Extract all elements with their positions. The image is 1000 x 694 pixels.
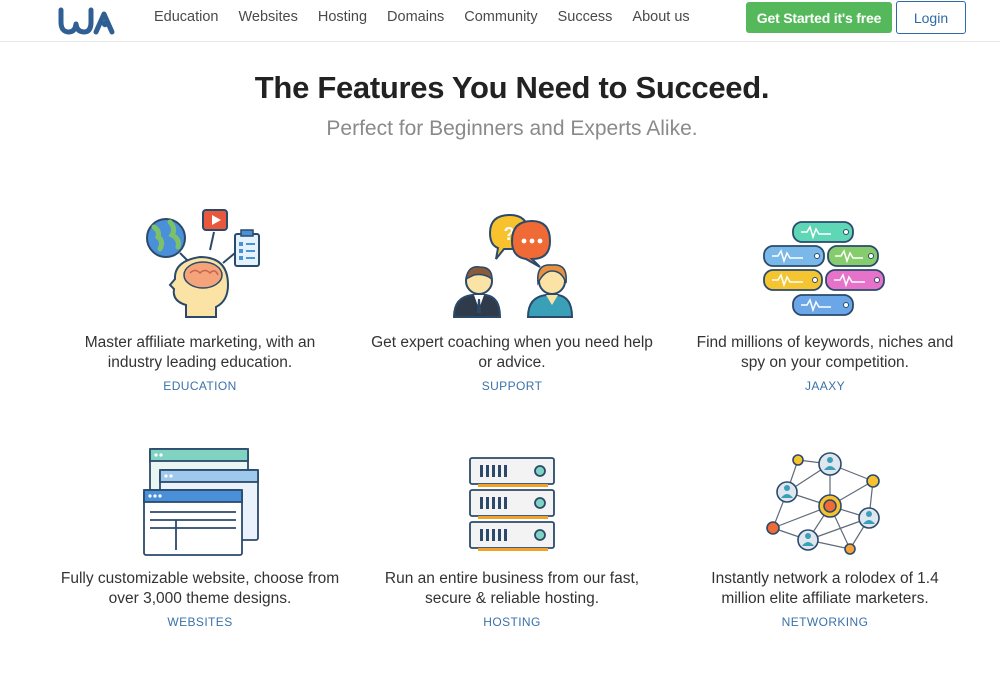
brain-education-icon <box>146 209 260 318</box>
server-stack-icon <box>469 457 555 551</box>
coaching-chat-icon: ? <box>452 213 574 318</box>
nav-hosting[interactable]: Hosting <box>318 9 367 25</box>
main-nav: Education Websites Hosting Domains Commu… <box>154 0 710 34</box>
page-title: The Features You Need to Succeed. <box>254 70 770 105</box>
feature-websites-text: Fully customizable website, choose from … <box>40 569 360 609</box>
feature-support-text: Get expert coaching when you need help o… <box>352 333 672 373</box>
feature-hosting-line2: secure & reliable hosting. <box>424 590 600 607</box>
feature-education-text: Master affiliate marketing, with an indu… <box>40 333 360 373</box>
feature-jaaxy-line2: spy on your competition. <box>740 354 909 371</box>
keyword-tags-icon <box>763 221 885 316</box>
feature-education-line2: industry leading education. <box>107 354 293 371</box>
support-link[interactable]: SUPPORT <box>352 379 672 393</box>
jaaxy-link[interactable]: JAAXY <box>665 379 985 393</box>
get-started-button[interactable]: Get Started it's free <box>746 2 892 33</box>
networking-link[interactable]: NETWORKING <box>665 615 985 629</box>
nav-education[interactable]: Education <box>154 9 219 25</box>
feature-websites-line2: over 3,000 theme designs. <box>108 590 292 607</box>
education-link[interactable]: EDUCATION <box>40 379 360 393</box>
website-windows-icon <box>143 448 259 556</box>
feature-networking-text: Instantly network a rolodex of 1.4 milli… <box>665 569 985 609</box>
feature-jaaxy-text: Find millions of keywords, niches and sp… <box>665 333 985 373</box>
feature-websites-line1: Fully customizable website, choose from <box>60 570 340 587</box>
feature-support-line1: Get expert coaching when you need help <box>371 334 653 351</box>
feature-support-line2: or advice. <box>478 354 546 371</box>
page-subtitle: Perfect for Beginners and Experts Alike. <box>326 117 698 140</box>
feature-jaaxy-line1: Find millions of keywords, niches and <box>696 334 954 351</box>
feature-networking-line1: Instantly network a rolodex of 1.4 <box>711 570 939 587</box>
wa-logo-icon[interactable] <box>58 6 120 36</box>
feature-hosting-text: Run an entire business from our fast, se… <box>352 569 672 609</box>
feature-networking-line2: million elite affiliate marketers. <box>721 590 929 607</box>
feature-hosting-line1: Run an entire business from our fast, <box>384 570 640 587</box>
nav-websites[interactable]: Websites <box>239 9 298 25</box>
network-graph-icon <box>766 452 880 555</box>
nav-domains[interactable]: Domains <box>387 9 444 25</box>
top-header: Education Websites Hosting Domains Commu… <box>0 0 1000 42</box>
nav-about-us[interactable]: About us <box>632 9 689 25</box>
hosting-link[interactable]: HOSTING <box>352 615 672 629</box>
websites-link[interactable]: WEBSITES <box>40 615 360 629</box>
nav-community[interactable]: Community <box>464 9 537 25</box>
nav-success[interactable]: Success <box>558 9 613 25</box>
feature-education-line1: Master affiliate marketing, with an <box>84 334 316 351</box>
login-button[interactable]: Login <box>896 1 966 34</box>
